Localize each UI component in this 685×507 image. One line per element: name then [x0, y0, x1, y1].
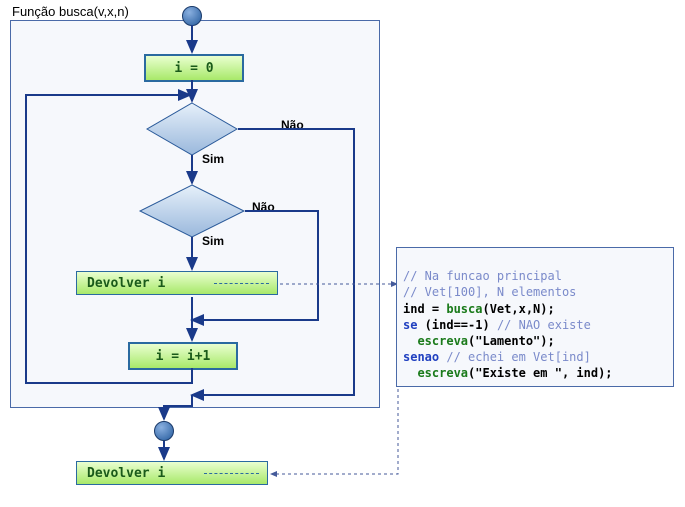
code-l3b: (Vet,x,N); [482, 302, 554, 316]
decision-cond2-label: x==v[i]? [150, 205, 234, 220]
label-yes1: Sim [202, 152, 224, 166]
code-l4c: // NAO existe [497, 318, 591, 332]
code-c2: // Vet[100], N elementos [403, 285, 576, 299]
box-init: i = 0 [144, 54, 244, 82]
code-l5a: ("Lamento"); [468, 334, 555, 348]
return-connector [214, 283, 269, 284]
decision-cond1-label: i<N? [162, 122, 222, 137]
code-l3fn: busca [446, 302, 482, 316]
code-annotation: // Na funcao principal // Vet[100], N el… [396, 247, 674, 387]
box-return-end-label: Devolver i [87, 466, 165, 481]
box-incr: i = i+1 [128, 342, 238, 370]
end-node [154, 421, 174, 441]
label-yes2: Sim [202, 234, 224, 248]
function-title: Função busca(v,x,n) [12, 4, 129, 19]
code-l5fn: escreva [417, 334, 468, 348]
start-node [182, 6, 202, 26]
code-l7fn: escreva [417, 366, 468, 380]
code-l6c: // echei em Vet[ind] [446, 350, 591, 364]
code-c1: // Na funcao principal [403, 269, 562, 283]
code-l3a: ind = [403, 302, 446, 316]
label-no1: Não [281, 118, 304, 132]
code-l6k: senao [403, 350, 439, 364]
box-return-inner-label: Devolver i [87, 276, 165, 291]
label-no2: Não [252, 200, 275, 214]
code-l4k: se [403, 318, 417, 332]
code-l4a: (ind==-1) [417, 318, 496, 332]
code-l7a: ("Existe em ", ind); [468, 366, 613, 380]
return-end-connector [204, 473, 259, 474]
box-return-end: Devolver i [76, 461, 268, 485]
box-return-inner: Devolver i [76, 271, 278, 295]
